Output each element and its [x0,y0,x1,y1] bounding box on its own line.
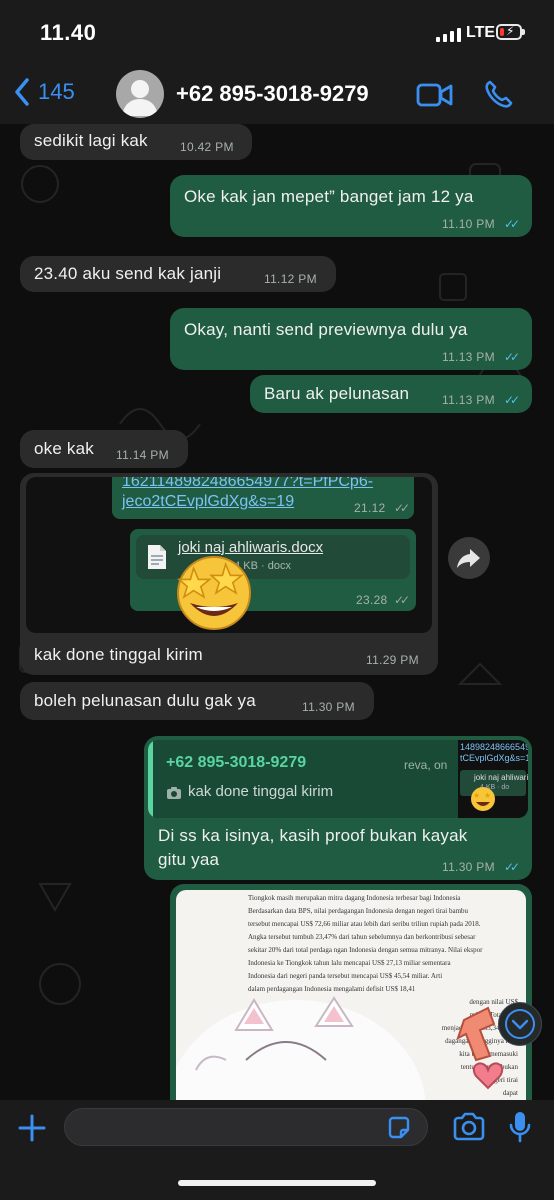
home-indicator [178,1180,376,1186]
read-receipt-icon: ✓✓ [504,350,520,364]
chat-header: 145 +62 895-3018-9279 [0,66,554,125]
scroll-to-bottom-button[interactable] [498,1002,542,1046]
charging-bolt-icon: ⚡ [506,24,515,38]
quote-snippet: reva, on [404,758,448,772]
quote-bar [148,740,153,818]
message-bubble-incoming[interactable]: oke kak 11.14 PM [20,430,188,468]
message-text-line: gitu yaa [158,850,220,869]
message-time: 11.14 PM [116,448,169,462]
status-bar: 11.40 LTE ⚡ [0,0,554,66]
message-time: 11.30 PM [302,700,355,714]
thumb-doc-name: joki naj ahliwaris [474,773,528,782]
unread-count: 145 [38,79,75,104]
thumb-link: tCEvplGdXg&s=19 [460,753,528,763]
forward-arrow-icon [457,549,480,568]
cat-sticker-overlay [176,996,504,1100]
avatar[interactable] [116,70,164,118]
message-bubble-incoming[interactable]: 23.40 aku send kak janji 11.12 PM [20,256,336,292]
signal-strength-icon [436,28,461,42]
screenshot-image[interactable]: 1621148982486654977?t=PfPCp6- jeco2tCEvp… [26,477,432,633]
document-photo-line: Berdasarkan data BPS, nilai perdagangan … [248,907,469,915]
message-bubble-outgoing[interactable]: Oke kak jan mepet” banget jam 12 ya 11.1… [170,175,532,237]
message-text-line: Di ss ka isinya, kasih proof bukan kayak [158,826,468,845]
document-photo-line: tersebut mencapai US$ 72,66 miliar atau … [248,920,481,928]
star-struck-emoji-thumb: ★ ★ [471,787,495,811]
battery-icon: ⚡ [496,24,522,40]
document-time: 23.28 [356,593,388,607]
link-line: jeco2tCEvplGdXg&s=19 [122,493,295,510]
sticker-icon[interactable] [386,1115,412,1141]
contact-name[interactable]: +62 895-3018-9279 [176,81,369,107]
message-text: sedikit lagi kak [34,131,148,150]
message-time: 11.13 PM [442,350,495,364]
message-time: 10.42 PM [180,140,234,154]
message-text: oke kak [34,439,94,458]
message-bubble-outgoing-reply[interactable]: +62 895-3018-9279 reva, on kak done ting… [144,736,532,880]
read-receipt-icon: ✓✓ [504,393,520,407]
quote-author: +62 895-3018-9279 [166,754,307,771]
document-icon [148,545,166,569]
quoted-message[interactable]: +62 895-3018-9279 reva, on kak done ting… [148,740,528,818]
plus-icon[interactable] [16,1112,48,1144]
message-text: Baru ak pelunasan [264,384,410,403]
document-photo[interactable]: Tiongkok masih merupakan mitra dagang In… [176,890,526,1100]
network-type: LTE [466,24,496,41]
message-text: Okay, nanti send previewnya dulu ya [184,320,468,339]
message-bubble-incoming[interactable]: sedikit lagi kak 10.42 PM [20,124,252,160]
message-time: 11.30 PM [442,860,495,874]
microphone-icon[interactable] [508,1110,532,1144]
message-bubble-outgoing-image[interactable]: Tiongkok masih merupakan mitra dagang In… [170,884,532,1100]
delivered-icon: ✓✓ [394,593,410,607]
back-button[interactable]: 145 [14,78,75,106]
default-avatar-icon [122,80,158,116]
link-line: 1621148982486654977?t=PfPCp6- [122,477,374,490]
video-call-icon[interactable] [416,82,454,108]
battery-cap [522,29,525,35]
status-time: 11.40 [40,20,97,45]
message-text: boleh pelunasan dulu gak ya [34,691,256,710]
message-input[interactable] [64,1108,428,1146]
forward-button[interactable] [448,537,490,579]
thumb-link: 14898248666549 [460,742,528,752]
message-caption: kak done tinggal kirim [34,645,203,664]
camera-icon[interactable] [452,1112,486,1142]
message-time: 11.13 PM [442,393,495,407]
message-bubble-outgoing[interactable]: Baru ak pelunasan 11.13 PM ✓✓ [250,375,532,413]
message-text: 23.40 aku send kak janji [34,264,222,283]
document-photo-line: sekitar 20% dari total perdaga ngan Indo… [248,946,483,954]
message-time: 11.12 PM [264,272,317,286]
star-struck-emoji-sticker [177,556,251,630]
phone-icon[interactable] [484,79,514,109]
quote-text: kak done tinggal kirim [188,783,334,800]
chat-area[interactable]: sedikit lagi kak 10.42 PM Oke kak jan me… [0,124,554,1100]
svg-text:★: ★ [484,791,491,800]
svg-text:★: ★ [473,791,480,800]
message-time: 11.10 PM [442,217,495,231]
document-photo-line: Angka tersebut tumbuh 23,47% dari tahun … [248,933,476,941]
quoted-link-bubble: 1621148982486654977?t=PfPCp6- jeco2tCEvp… [112,477,414,519]
chevron-down-circle-icon [505,1009,535,1039]
document-photo-line: Tiongkok masih merupakan mitra dagang In… [248,894,461,902]
delivered-icon: ✓✓ [394,501,410,515]
message-bubble-outgoing[interactable]: Okay, nanti send previewnya dulu ya 11.1… [170,308,532,370]
message-bubble-incoming[interactable]: boleh pelunasan dulu gak ya 11.30 PM [20,682,374,720]
link-time: 21.12 [354,501,386,515]
read-receipt-icon: ✓✓ [504,217,520,231]
message-text: Oke kak jan mepet” banget jam 12 ya [184,187,474,206]
camera-icon [167,787,181,799]
message-bubble-incoming-image[interactable]: 1621148982486654977?t=PfPCp6- jeco2tCEvp… [20,473,438,675]
quote-thumbnail: 14898248666549 tCEvplGdXg&s=19 joki naj … [458,740,528,818]
message-time: 11.29 PM [366,653,419,667]
chevron-left-icon [15,78,29,106]
read-receipt-icon: ✓✓ [504,860,520,874]
battery-level [500,28,504,36]
